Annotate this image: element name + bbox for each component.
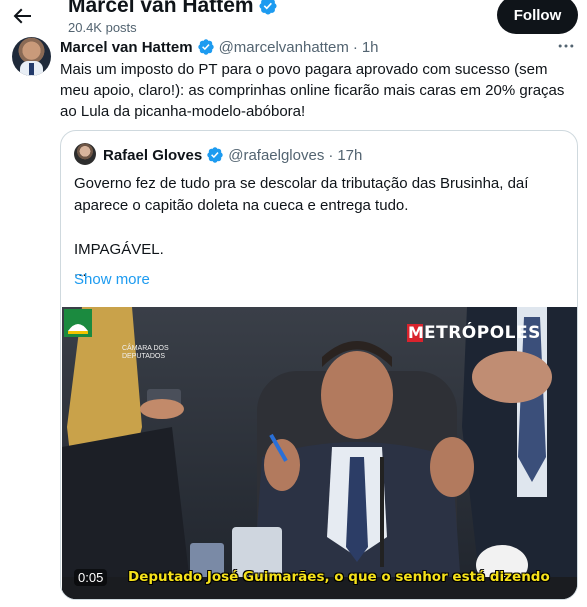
quoted-author-avatar[interactable] [74,143,96,165]
video-subtitle: Deputado José Guimarães, o que o senhor … [128,569,550,585]
tweet-text: Mais um imposto do PT para o povo pagara… [60,61,565,120]
verified-badge-icon [259,0,277,15]
quoted-handle: @rafaelgloves [228,146,325,164]
tweet-header: Marcel van Hattem @marcelvanhattem · 1h [60,37,379,57]
back-arrow-icon[interactable] [10,4,34,28]
metropoles-logo: ETRÓPOLES [407,323,541,343]
more-options-icon[interactable] [556,36,576,56]
quoted-text-line [74,217,569,239]
quoted-text-line: IMPAGÁVEL. [74,241,164,258]
verified-badge-icon[interactable] [197,38,215,56]
metropoles-m-icon [407,323,424,342]
show-more-link[interactable]: Show more [74,271,150,288]
video-player[interactable]: CÂMARA DOS DEPUTADOS ETRÓPOLES 0:05 Depu… [62,307,577,599]
quoted-separator: · [328,146,334,164]
verified-badge-icon [207,147,223,163]
tweet-separator: · [352,38,358,56]
camara-logo-text: CÂMARA DOS DEPUTADOS [122,345,169,360]
tweet-time[interactable]: 1h [362,39,379,56]
quoted-time: 17h [337,146,363,164]
tweet-handle[interactable]: @marcelvanhattem [219,39,349,56]
header-display-name: Marcel van Hattem [68,0,278,18]
profile-header: Marcel van Hattem 20.4K posts Follow [0,0,587,36]
camara-logo-icon [64,309,92,337]
quoted-text-line: Governo fez de tudo pra se descolar da t… [74,175,529,214]
quoted-text: Governo fez de tudo pra se descolar da t… [74,173,569,283]
header-name-text: Marcel van Hattem [68,0,254,17]
quoted-tweet[interactable]: Rafael Gloves @rafaelgloves · 17h Govern… [60,130,578,600]
author-avatar[interactable] [12,37,51,76]
avatar-tie [29,63,34,75]
header-post-count: 20.4K posts [68,20,137,35]
follow-button[interactable]: Follow [497,0,578,34]
video-timestamp: 0:05 [74,569,108,586]
metropoles-logo-text: ETRÓPOLES [424,323,541,343]
quoted-tweet-header: Rafael Gloves @rafaelgloves · 17h [103,144,362,166]
quoted-author-name[interactable]: Rafael Gloves [103,147,202,164]
tweet-author-name[interactable]: Marcel van Hattem [60,39,193,56]
